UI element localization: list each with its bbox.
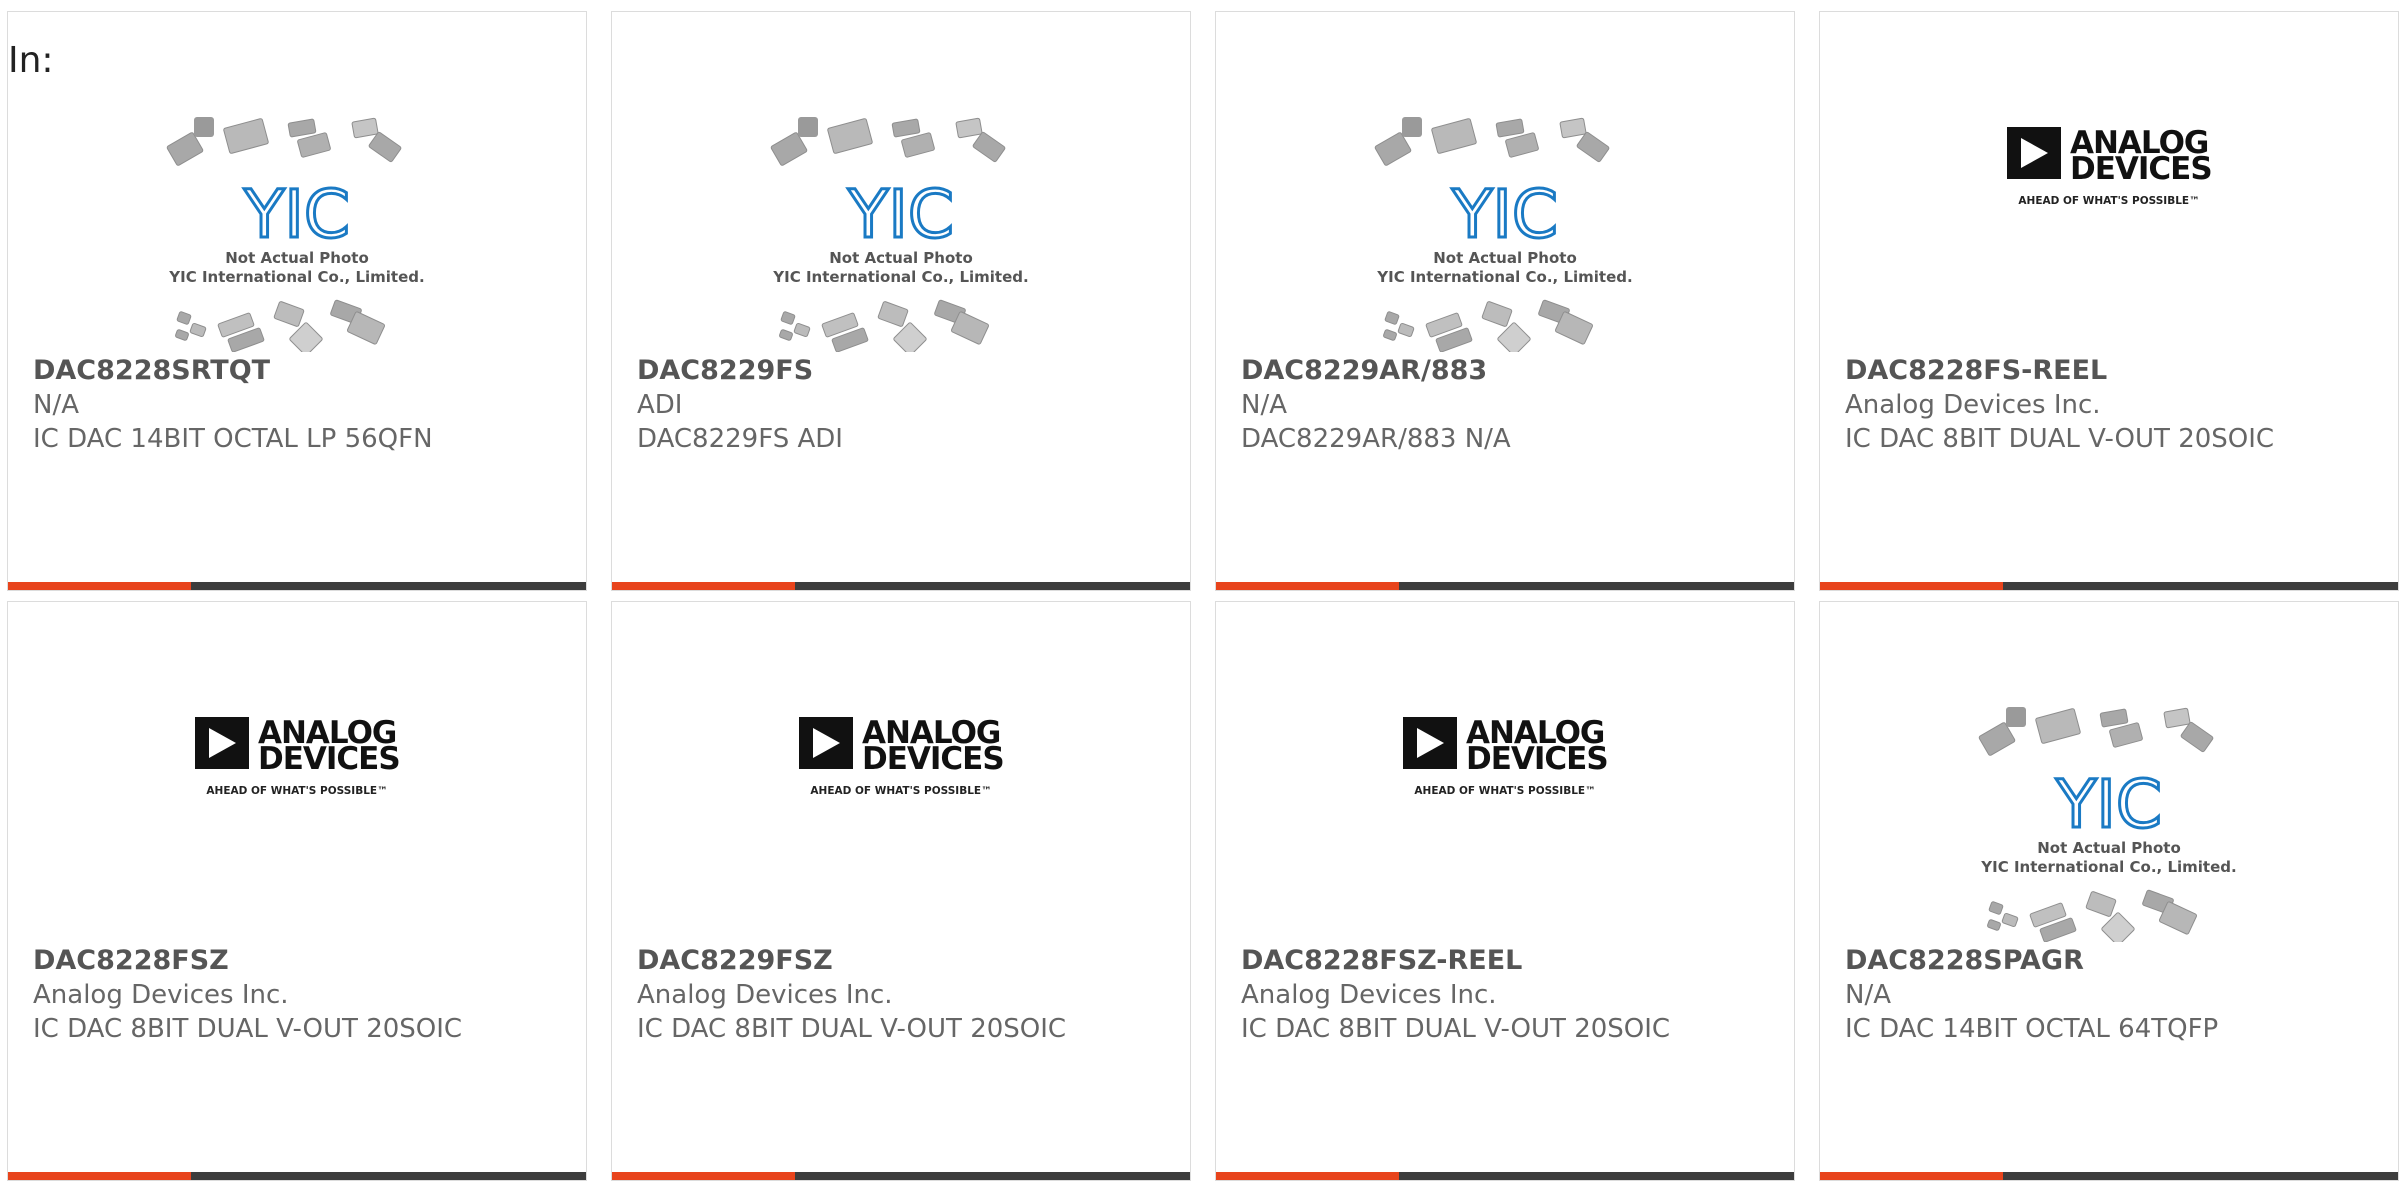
svg-text:DEVICES: DEVICES: [1466, 741, 1608, 777]
svg-text:AHEAD OF WHAT'S POSSIBLE™: AHEAD OF WHAT'S POSSIBLE™: [1414, 785, 1595, 797]
yic-logo: YIC: [2055, 766, 2162, 843]
card-bottom-bar: [1216, 582, 1794, 590]
product-card[interactable]: ANALOG DEVICES AHEAD OF WHAT'S POSSIBLE™ D…: [611, 601, 1191, 1181]
manufacturer: ADI: [637, 390, 683, 420]
not-actual-photo-text: Not Actual Photo: [2037, 839, 2181, 857]
card-bottom-bar: [8, 582, 586, 590]
manufacturer: N/A: [1845, 980, 1891, 1010]
manufacturer: Analog Devices Inc.: [637, 980, 893, 1010]
product-card[interactable]: ANALOG DEVICES AHEAD OF WHAT'S POSSIBLE™ D…: [1819, 11, 2399, 591]
yic-company-text: YIC International Co., Limited.: [168, 268, 424, 286]
part-number[interactable]: DAC8228FS-REEL: [1845, 354, 2375, 388]
manufacturer: Analog Devices Inc.: [1241, 980, 1497, 1010]
description: IC DAC 8BIT DUAL V-OUT 20SOIC: [1241, 1014, 1671, 1044]
yic-placeholder-image: YICNot Actual PhotoYIC International Co.…: [1374, 117, 1633, 356]
yic-logo: YIC: [847, 176, 954, 253]
product-card[interactable]: YIC Not Actual Photo YIC International Co.…: [1215, 11, 1795, 591]
analog-devices-logo: ANALOGDEVICESAHEAD OF WHAT'S POSSIBLE™: [799, 715, 1005, 797]
svg-text:DEVICES: DEVICES: [2070, 151, 2212, 187]
description: IC DAC 8BIT DUAL V-OUT 20SOIC: [1845, 424, 2275, 454]
description: IC DAC 8BIT DUAL V-OUT 20SOIC: [637, 1014, 1067, 1044]
yic-logo: YIC: [243, 176, 350, 253]
product-card[interactable]: ANALOG DEVICES AHEAD OF WHAT'S POSSIBLE™ D…: [7, 601, 587, 1181]
part-number[interactable]: DAC8228SRTQT: [33, 354, 563, 388]
product-image: ANALOG DEVICES AHEAD OF WHAT'S POSSIBLE™: [8, 672, 586, 932]
chip-package-icons: [166, 117, 402, 166]
part-number[interactable]: DAC8228SPAGR: [1845, 944, 2375, 978]
product-image: YIC Not Actual Photo YIC International Co.…: [1820, 682, 2398, 946]
yic-company-text: YIC International Co., Limited.: [772, 268, 1028, 286]
card-bottom-bar: [1216, 1172, 1794, 1180]
manufacturer: N/A: [33, 390, 79, 420]
not-actual-photo-text: Not Actual Photo: [1433, 249, 1577, 267]
yic-company-text: YIC International Co., Limited.: [1376, 268, 1632, 286]
part-number[interactable]: DAC8228FSZ: [33, 944, 563, 978]
product-image: ANALOG DEVICES AHEAD OF WHAT'S POSSIBLE™: [1216, 672, 1794, 932]
description: DAC8229FS ADI: [637, 424, 843, 454]
description: IC DAC 8BIT DUAL V-OUT 20SOIC: [33, 1014, 463, 1044]
card-bottom-bar: [1820, 1172, 2398, 1180]
filter-in-label: In:: [8, 40, 54, 81]
product-image: YIC Not Actual Photo YIC International Co.…: [8, 92, 586, 356]
description: IC DAC 14BIT OCTAL LP 56QFN: [33, 424, 433, 454]
svg-text:AHEAD OF WHAT'S POSSIBLE™: AHEAD OF WHAT'S POSSIBLE™: [2018, 195, 2199, 207]
chip-package-icons: [1374, 117, 1610, 166]
analog-devices-logo: ANALOGDEVICESAHEAD OF WHAT'S POSSIBLE™: [195, 715, 401, 797]
svg-text:DEVICES: DEVICES: [258, 741, 400, 777]
part-number[interactable]: DAC8229FS: [637, 354, 1167, 388]
yic-company-text: YIC International Co., Limited.: [1980, 858, 2236, 876]
yic-placeholder-image: YICNot Actual PhotoYIC International Co.…: [770, 117, 1029, 356]
card-bottom-bar: [612, 1172, 1190, 1180]
part-number[interactable]: DAC8229AR/883: [1241, 354, 1771, 388]
product-card[interactable]: ANALOG DEVICES AHEAD OF WHAT'S POSSIBLE™ D…: [1215, 601, 1795, 1181]
not-actual-photo-text: Not Actual Photo: [829, 249, 973, 267]
chip-package-icons: [1978, 707, 2214, 756]
product-image: YIC Not Actual Photo YIC International Co.…: [612, 92, 1190, 356]
description: DAC8229AR/883 N/A: [1241, 424, 1511, 454]
not-actual-photo-text: Not Actual Photo: [225, 249, 369, 267]
card-bottom-bar: [1820, 582, 2398, 590]
product-card[interactable]: YIC Not Actual Photo YIC International Co.…: [1819, 601, 2399, 1181]
description: IC DAC 14BIT OCTAL 64TQFP: [1845, 1014, 2219, 1044]
analog-devices-logo: ANALOGDEVICESAHEAD OF WHAT'S POSSIBLE™: [2007, 125, 2213, 207]
chip-package-icons: [770, 117, 1006, 166]
yic-placeholder-image: YICNot Actual PhotoYIC International Co.…: [1978, 707, 2237, 946]
yic-logo: YIC: [1451, 176, 1558, 253]
svg-text:AHEAD OF WHAT'S POSSIBLE™: AHEAD OF WHAT'S POSSIBLE™: [206, 785, 387, 797]
manufacturer: Analog Devices Inc.: [1845, 390, 2101, 420]
product-image: ANALOG DEVICES AHEAD OF WHAT'S POSSIBLE™: [612, 672, 1190, 932]
product-grid: YIC Not Actual Photo YIC International Co.…: [7, 11, 2399, 1181]
svg-text:DEVICES: DEVICES: [862, 741, 1004, 777]
product-image: ANALOG DEVICES AHEAD OF WHAT'S POSSIBLE™: [1820, 82, 2398, 342]
product-card[interactable]: YIC Not Actual Photo YIC International Co.…: [611, 11, 1191, 591]
part-number[interactable]: DAC8228FSZ-REEL: [1241, 944, 1771, 978]
product-image: YIC Not Actual Photo YIC International Co.…: [1216, 92, 1794, 356]
card-bottom-bar: [612, 582, 1190, 590]
card-bottom-bar: [8, 1172, 586, 1180]
manufacturer: N/A: [1241, 390, 1287, 420]
svg-text:AHEAD OF WHAT'S POSSIBLE™: AHEAD OF WHAT'S POSSIBLE™: [810, 785, 991, 797]
manufacturer: Analog Devices Inc.: [33, 980, 289, 1010]
product-card[interactable]: YIC Not Actual Photo YIC International Co.…: [7, 11, 587, 591]
analog-devices-logo: ANALOGDEVICESAHEAD OF WHAT'S POSSIBLE™: [1403, 715, 1609, 797]
part-number[interactable]: DAC8229FSZ: [637, 944, 1167, 978]
yic-placeholder-image: YICNot Actual PhotoYIC International Co.…: [166, 117, 425, 356]
